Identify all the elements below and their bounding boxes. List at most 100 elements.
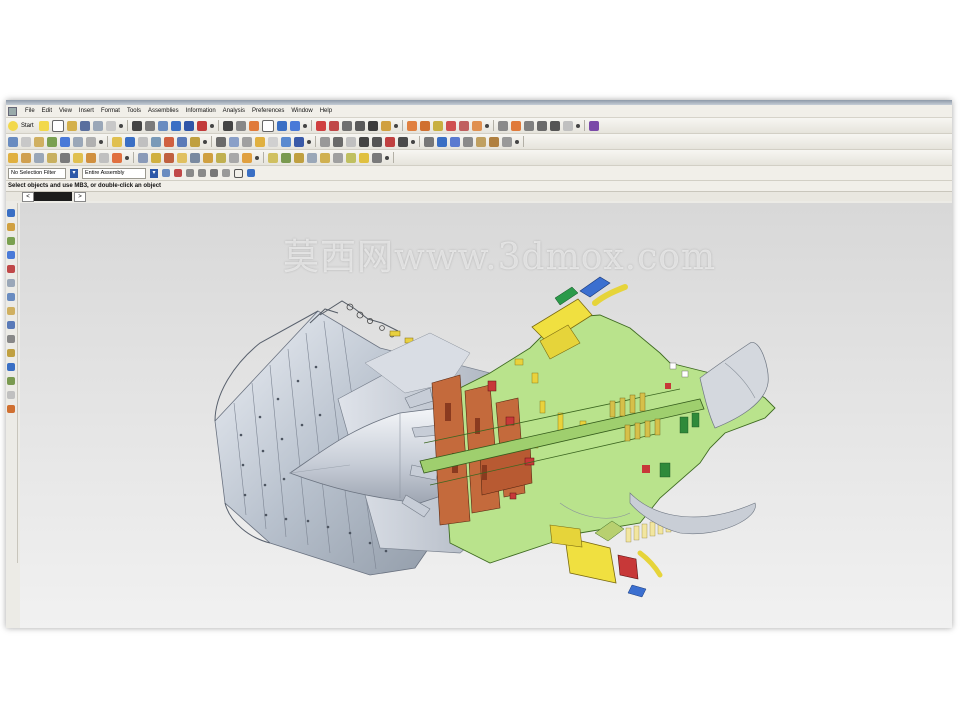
undo-icon[interactable]	[186, 169, 194, 177]
selection-filter-dropdown[interactable]: No Selection Filter	[8, 167, 66, 179]
toolbar-overflow-icon[interactable]	[255, 155, 259, 160]
toolbar-tool-icon[interactable]	[112, 136, 122, 147]
toolbar-tool-icon[interactable]	[190, 136, 200, 147]
start-button-label[interactable]: Start	[21, 123, 34, 129]
toolbar-tool-icon[interactable]	[549, 120, 560, 131]
toolbar-tool-icon[interactable]	[489, 136, 499, 147]
toolbar-overflow-icon[interactable]	[515, 139, 519, 144]
toolbar-tool-icon[interactable]	[354, 120, 365, 131]
toolbar-overflow-icon[interactable]	[125, 155, 129, 160]
toolbar-tool-icon[interactable]	[398, 136, 408, 147]
menu-item-view[interactable]: View	[59, 108, 72, 114]
toolbar-tool-icon[interactable]	[294, 136, 304, 147]
resource-bar-tab-icon[interactable]	[7, 251, 15, 259]
toolbar-tool-icon[interactable]	[523, 120, 534, 131]
toolbar-tool-icon[interactable]	[380, 120, 391, 131]
menu-item-information[interactable]: Information	[186, 108, 216, 114]
menu-item-tools[interactable]: Tools	[127, 108, 141, 114]
toolbar-tool-icon[interactable]	[562, 120, 573, 131]
toolbar-tool-icon[interactable]	[157, 120, 168, 131]
resource-bar-tab-icon[interactable]	[7, 265, 15, 273]
toolbar-overflow-icon[interactable]	[209, 123, 214, 128]
resource-bar-tab-icon[interactable]	[7, 293, 15, 301]
toolbar-tool-icon[interactable]	[190, 152, 200, 163]
toolbar-tool-icon[interactable]	[170, 120, 181, 131]
toolbar-tool-icon[interactable]	[51, 119, 64, 132]
view-icon[interactable]	[247, 169, 255, 177]
toolbar-tool-icon[interactable]	[92, 120, 103, 131]
toolbar-tool-icon[interactable]	[21, 136, 31, 147]
menu-item-preferences[interactable]: Preferences	[252, 108, 284, 114]
toolbar-tool-icon[interactable]	[47, 152, 57, 163]
toolbar-overflow-icon[interactable]	[575, 123, 580, 128]
menu-item-edit[interactable]: Edit	[42, 108, 52, 114]
toolbar-tool-icon[interactable]	[289, 120, 300, 131]
toolbar-tool-icon[interactable]	[424, 136, 434, 147]
toolbar-tool-icon[interactable]	[372, 152, 382, 163]
toolbar-overflow-icon[interactable]	[118, 123, 123, 128]
resource-bar-tab-icon[interactable]	[7, 279, 15, 287]
toolbar-tool-icon[interactable]	[60, 136, 70, 147]
toolbar-tool-icon[interactable]	[476, 136, 486, 147]
toolbar-tool-icon[interactable]	[164, 152, 174, 163]
resource-bar-tab-icon[interactable]	[7, 349, 15, 357]
toolbar-tool-icon[interactable]	[333, 136, 343, 147]
toolbar-overflow-icon[interactable]	[411, 139, 415, 144]
toolbar-tool-icon[interactable]	[242, 136, 252, 147]
toolbar-tool-icon[interactable]	[471, 120, 482, 131]
resource-bar-tab-icon[interactable]	[7, 321, 15, 329]
toolbar-tool-icon[interactable]	[261, 119, 274, 132]
toolbar-tool-icon[interactable]	[294, 152, 304, 163]
toolbar-tool-icon[interactable]	[315, 120, 326, 131]
toolbar-tool-icon[interactable]	[203, 152, 213, 163]
toolbar-tool-icon[interactable]	[196, 120, 207, 131]
toolbar-tool-icon[interactable]	[38, 120, 49, 131]
selection-scope-dropdown[interactable]: Entire Assembly	[82, 167, 146, 179]
toolbar-tool-icon[interactable]	[21, 152, 31, 163]
toolbar-overflow-icon[interactable]	[302, 123, 307, 128]
resource-bar-tab-icon[interactable]	[7, 335, 15, 343]
toolbar-tool-icon[interactable]	[222, 120, 233, 131]
toolbar-tool-icon[interactable]	[216, 136, 226, 147]
toolbar-tool-icon[interactable]	[281, 152, 291, 163]
toolbar-tool-icon[interactable]	[419, 120, 430, 131]
toolbar-tool-icon[interactable]	[437, 136, 447, 147]
toolbar-tool-icon[interactable]	[445, 120, 456, 131]
toolbar-tool-icon[interactable]	[333, 152, 343, 163]
menu-item-insert[interactable]: Insert	[79, 108, 94, 114]
tab-scroll-left-button[interactable]: <	[22, 192, 34, 202]
start-icon[interactable]	[8, 120, 18, 131]
toolbar-tool-icon[interactable]	[432, 120, 443, 131]
toolbar-tool-icon[interactable]	[268, 136, 278, 147]
toolbar-tool-icon[interactable]	[359, 136, 369, 147]
menu-item-format[interactable]: Format	[101, 108, 120, 114]
toolbar-tool-icon[interactable]	[458, 120, 469, 131]
toolbar-tool-icon[interactable]	[255, 136, 265, 147]
resource-bar-tab-icon[interactable]	[7, 363, 15, 371]
toolbar-tool-icon[interactable]	[242, 152, 252, 163]
chevron-down-icon[interactable]: ▾	[150, 168, 158, 178]
resource-bar-tab-icon[interactable]	[7, 307, 15, 315]
toolbar-tool-icon[interactable]	[34, 152, 44, 163]
toolbar-tool-icon[interactable]	[177, 152, 187, 163]
toolbar-overflow-icon[interactable]	[99, 139, 103, 144]
toolbar-tool-icon[interactable]	[406, 120, 417, 131]
toolbar-tool-icon[interactable]	[248, 120, 259, 131]
toolbar-tool-icon[interactable]	[105, 120, 116, 131]
toolbar-tool-icon[interactable]	[112, 152, 122, 163]
toolbar-tool-icon[interactable]	[307, 152, 317, 163]
toolbar-tool-icon[interactable]	[463, 136, 473, 147]
select-features-icon[interactable]	[174, 169, 182, 177]
toolbar-tool-icon[interactable]	[359, 152, 369, 163]
toolbar-tool-icon[interactable]	[320, 136, 330, 147]
toolbar-tool-icon[interactable]	[151, 136, 161, 147]
toolbar-tool-icon[interactable]	[183, 120, 194, 131]
toolbar-tool-icon[interactable]	[276, 120, 287, 131]
resource-bar-tab-icon[interactable]	[7, 405, 15, 413]
toolbar-tool-icon[interactable]	[341, 120, 352, 131]
toolbar-tool-icon[interactable]	[588, 120, 599, 131]
toolbar-tool-icon[interactable]	[281, 136, 291, 147]
toolbar-tool-icon[interactable]	[268, 152, 278, 163]
resource-bar-tab-icon[interactable]	[7, 377, 15, 385]
toolbar-tool-icon[interactable]	[385, 136, 395, 147]
